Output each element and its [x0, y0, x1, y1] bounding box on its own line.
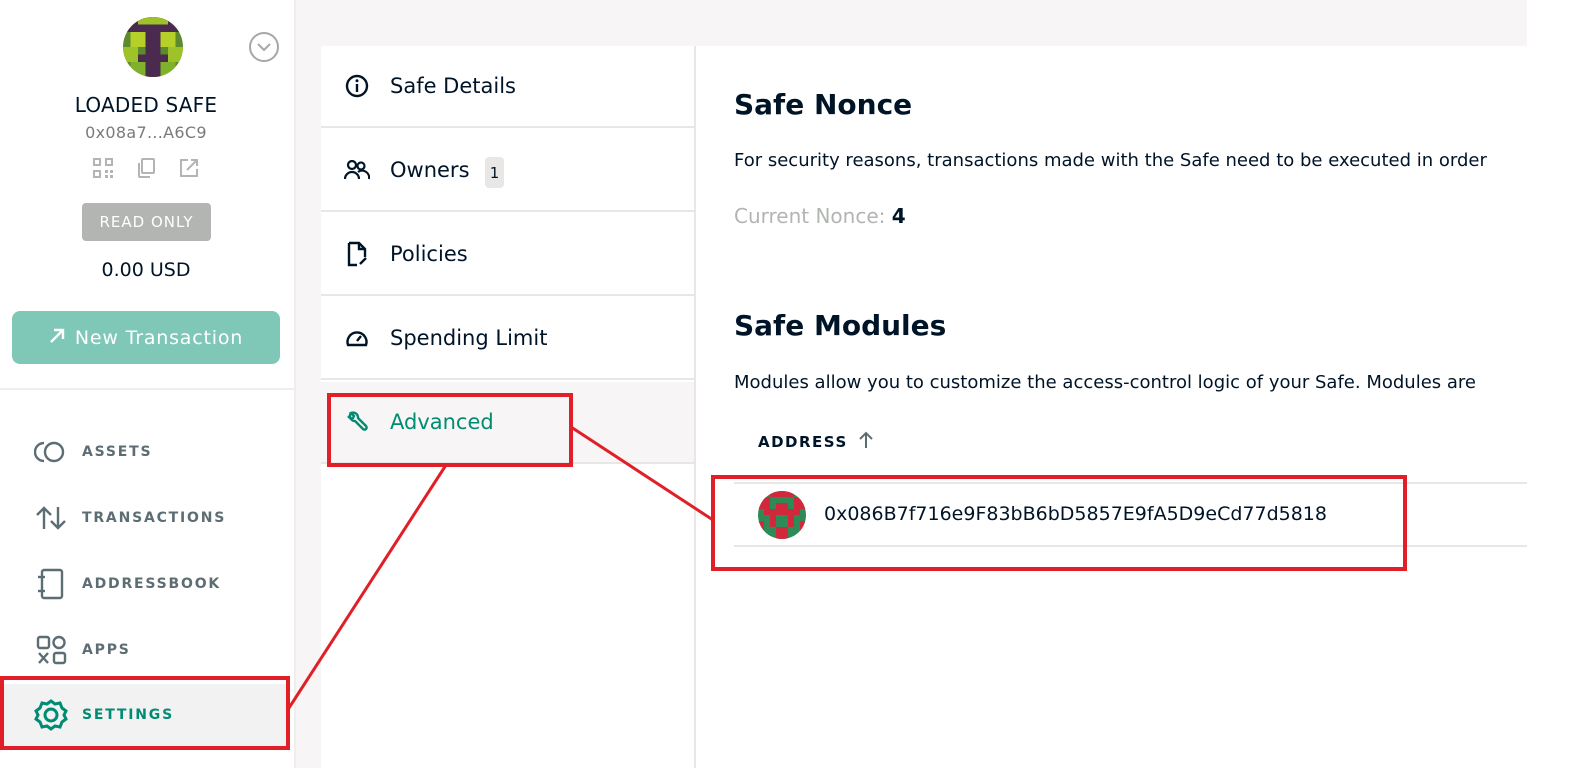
current-nonce: Current Nonce: 4: [734, 204, 906, 228]
safe-modules-description: Modules allow you to customize the acces…: [734, 372, 1476, 393]
sidebar-item-apps[interactable]: APPS: [0, 619, 290, 681]
menu-item-label: Advanced: [390, 410, 494, 434]
sidebar-item-transactions[interactable]: TRANSACTIONS: [0, 487, 290, 549]
sidebar-item-assets[interactable]: ASSETS: [0, 421, 290, 483]
arrow-up-right-icon: [49, 327, 65, 349]
sidebar-item-label: TRANSACTIONS: [82, 510, 227, 526]
table-divider: [734, 545, 1527, 547]
sidebar-item-label: APPS: [82, 642, 131, 658]
safe-address: 0x08a7...A6C9: [85, 123, 207, 142]
menu-item-advanced[interactable]: Advanced: [321, 382, 694, 464]
page-edge: [1527, 0, 1573, 768]
sidebar: LOADED SAFE 0x08a7...A6C9 READ ONLY 0.00…: [0, 0, 296, 768]
sort-arrow-up-icon: [858, 431, 874, 453]
advanced-settings-content: Safe Nonce For security reasons, transac…: [698, 46, 1527, 768]
safe-avatar: [123, 17, 183, 77]
safe-nonce-title: Safe Nonce: [734, 88, 913, 121]
sidebar-item-label: SETTINGS: [82, 707, 174, 723]
wrench-icon: [343, 408, 371, 436]
new-transaction-button[interactable]: New Transaction: [12, 311, 280, 364]
owners-icon: [343, 156, 371, 184]
sidebar-item-settings[interactable]: SETTINGS: [0, 684, 290, 746]
transactions-icon: [34, 501, 68, 535]
sidebar-item-label: ASSETS: [82, 444, 153, 460]
menu-item-label: Spending Limit: [390, 326, 548, 350]
safe-balance: 0.00 USD: [101, 259, 191, 281]
chevron-down-icon[interactable]: [249, 32, 279, 62]
menu-item-label: Safe Details: [390, 74, 516, 98]
menu-item-label: Owners: [390, 158, 470, 182]
read-only-badge: READ ONLY: [82, 203, 211, 241]
menu-item-spending-limit[interactable]: Spending Limit: [321, 298, 694, 380]
menu-item-label: Policies: [390, 242, 468, 266]
menu-item-safe-details[interactable]: Safe Details: [321, 46, 694, 128]
module-address: 0x086B7f716e9F83bB6bD5857E9fA5D9eCd77d58…: [824, 503, 1327, 525]
new-transaction-label: New Transaction: [74, 326, 244, 349]
info-icon: [343, 72, 371, 100]
module-avatar: [758, 491, 806, 539]
safe-nonce-description: For security reasons, transactions made …: [734, 150, 1487, 171]
sidebar-item-addressbook[interactable]: ADDRESSBOOK: [0, 553, 290, 615]
current-nonce-label: Current Nonce:: [734, 204, 886, 228]
address-actions: [90, 155, 202, 181]
assets-icon: [34, 435, 68, 469]
address-column-label: ADDRESS: [758, 433, 848, 451]
qr-code-icon[interactable]: [90, 155, 116, 181]
safe-modules-title: Safe Modules: [734, 309, 947, 342]
safe-name: LOADED SAFE: [74, 93, 218, 117]
settings-icon: [34, 698, 68, 732]
sidebar-divider: [0, 388, 294, 390]
address-column-header[interactable]: ADDRESS: [758, 431, 874, 453]
table-row[interactable]: 0x086B7f716e9F83bB6bD5857E9fA5D9eCd77d58…: [734, 484, 1527, 545]
sidebar-item-label: ADDRESSBOOK: [82, 576, 222, 592]
menu-item-policies[interactable]: Policies: [321, 214, 694, 296]
speedometer-icon: [343, 324, 371, 352]
settings-menu: Safe Details Owners 1 Policies Spending …: [321, 46, 696, 768]
owners-count-badge: 1: [485, 157, 504, 188]
external-link-icon[interactable]: [176, 155, 202, 181]
addressbook-icon: [34, 567, 68, 601]
policies-icon: [343, 240, 371, 268]
menu-item-owners[interactable]: Owners 1: [321, 130, 694, 212]
apps-icon: [34, 633, 68, 667]
copy-icon[interactable]: [133, 155, 159, 181]
current-nonce-value: 4: [891, 204, 906, 228]
